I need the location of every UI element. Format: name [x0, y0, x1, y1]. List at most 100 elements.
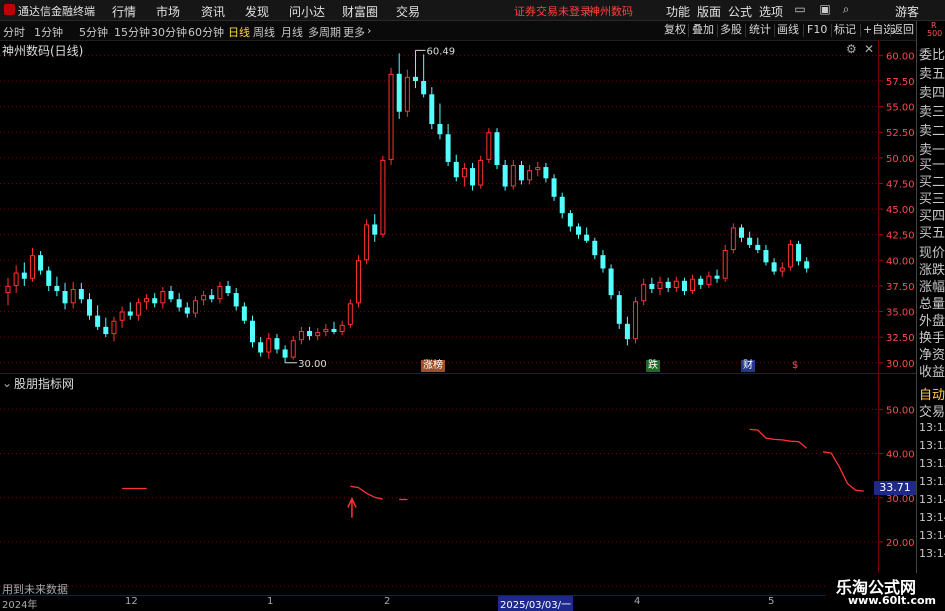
- statistics-button[interactable]: 统计: [749, 23, 771, 37]
- menu-options[interactable]: 选项: [759, 3, 783, 20]
- candle-body: [706, 275, 712, 285]
- candle-body: [355, 260, 361, 304]
- trade-tab[interactable]: 交易: [919, 401, 945, 420]
- candle-body: [201, 295, 207, 301]
- tick-time: 13:13: [919, 421, 945, 434]
- menu-discover[interactable]: 发现: [245, 3, 269, 20]
- candle-body: [429, 94, 435, 125]
- time-axis: 2024年 12 1 2 2025/03/03/一 4 5: [0, 595, 916, 611]
- quote-panel: R 500 委比 卖五 卖四 卖三 卖二 卖一 买一 买二 买三 买四 买五 现…: [916, 21, 945, 609]
- candle-body: [160, 291, 166, 304]
- candle-body: [771, 262, 777, 272]
- chart-settings-icon[interactable]: ⚙: [846, 42, 857, 56]
- menu-function[interactable]: 功能: [666, 3, 690, 20]
- candle-body: [535, 167, 541, 171]
- search-icon[interactable]: ⌕: [838, 2, 854, 17]
- trade-login-alert[interactable]: 证券交易未登录: [514, 3, 591, 19]
- axis-tick-label: 40.00: [886, 450, 915, 461]
- event-marker-limit[interactable]: 涨榜: [421, 360, 445, 372]
- candle-body: [274, 338, 280, 350]
- multi-stock-button[interactable]: 多股: [720, 23, 742, 37]
- skin-icon[interactable]: ▭: [792, 2, 808, 17]
- back-button[interactable]: 返回: [892, 23, 914, 37]
- menu-market[interactable]: 市场: [156, 3, 180, 20]
- period-1min[interactable]: 1分钟: [34, 24, 63, 40]
- menu-formula[interactable]: 公式: [728, 3, 752, 20]
- period-5min[interactable]: 5分钟: [79, 24, 108, 40]
- tick-time: 13:14: [919, 493, 945, 506]
- divider: [688, 24, 689, 37]
- adjust-button[interactable]: 复权: [664, 23, 686, 37]
- indicator-title: 股朋指标网: [14, 377, 75, 391]
- period-60min[interactable]: 60分钟: [188, 24, 224, 40]
- period-daily[interactable]: 日线: [228, 24, 250, 40]
- menu-trade[interactable]: 交易: [396, 3, 420, 20]
- period-more[interactable]: 更多: [343, 24, 365, 40]
- candle-body: [633, 301, 639, 340]
- period-30min[interactable]: 30分钟: [151, 24, 187, 40]
- candle-body: [217, 285, 223, 300]
- candle-body: [518, 165, 524, 181]
- candle-body: [755, 244, 761, 251]
- event-marker-finance[interactable]: 财: [741, 360, 755, 372]
- tick-time: 13:14: [919, 511, 945, 524]
- draw-line-button[interactable]: 画线: [777, 23, 799, 37]
- event-marker-dollar[interactable]: $: [790, 360, 800, 372]
- candle-body: [747, 237, 753, 245]
- candle-body: [315, 332, 321, 337]
- menu-wealth-circle[interactable]: 财富圈: [342, 3, 378, 20]
- candle-body: [323, 328, 329, 333]
- mark-button[interactable]: 标记: [834, 23, 856, 37]
- candle-body: [144, 298, 150, 303]
- window-mode-icon[interactable]: ▣: [817, 2, 833, 17]
- label-earnings: 收益: [919, 365, 945, 380]
- axis-tick-label: 45.00: [886, 205, 915, 216]
- guest-login[interactable]: 游客: [895, 3, 919, 20]
- candle-body: [364, 224, 370, 261]
- period-monthly[interactable]: 月线: [281, 24, 303, 40]
- candlestick-chart[interactable]: 60.49 30.00: [0, 40, 878, 373]
- period-weekly[interactable]: 周线: [253, 24, 275, 40]
- candle-body: [714, 275, 720, 279]
- divider: [803, 24, 804, 37]
- candle-body: [567, 213, 573, 227]
- indicator-line: [749, 428, 808, 449]
- main-chart-title: 神州数码(日线): [2, 44, 84, 58]
- candle-body: [241, 306, 247, 321]
- candle-body: [461, 168, 467, 178]
- candle-body: [21, 272, 27, 279]
- more-chevron-icon[interactable]: ›: [367, 24, 371, 37]
- menu-layout[interactable]: 版面: [697, 3, 721, 20]
- close-icon[interactable]: ✕: [864, 42, 874, 56]
- menu-quotes[interactable]: 行情: [112, 3, 136, 20]
- period-timeshare[interactable]: 分时: [3, 24, 25, 40]
- divider: [745, 24, 746, 37]
- tick-time: 13:14: [919, 547, 945, 560]
- indicator-chart[interactable]: [0, 373, 878, 595]
- app-logo-icon: [4, 4, 15, 15]
- candle-body: [445, 134, 451, 162]
- candle-body: [608, 268, 614, 296]
- candle-body: [290, 340, 296, 358]
- candle-body: [192, 300, 198, 314]
- overlay-button[interactable]: 叠加: [692, 23, 714, 37]
- candle-body: [209, 295, 215, 300]
- period-toolbar: 分时 1分钟 5分钟 15分钟 30分钟 60分钟 日线 周线 月线 多周期 更…: [0, 21, 945, 41]
- tick-time: 13:13: [919, 475, 945, 488]
- axis-tick-label: 35.00: [886, 308, 915, 319]
- f10-button[interactable]: F10: [807, 23, 827, 37]
- indicator-line: [350, 485, 384, 500]
- candle-body: [486, 132, 492, 160]
- time-label: 4: [634, 596, 641, 607]
- event-marker-down[interactable]: 跌: [646, 360, 660, 372]
- period-15min[interactable]: 15分钟: [114, 24, 150, 40]
- menu-news[interactable]: 资讯: [201, 3, 225, 20]
- panel-tag-sub: 500: [927, 29, 943, 38]
- period-multi[interactable]: 多周期: [308, 24, 341, 40]
- candle-body: [690, 278, 696, 292]
- time-label: 2: [384, 596, 391, 607]
- indicator-collapse-icon[interactable]: ⌄: [2, 376, 12, 390]
- candle-body: [184, 307, 190, 314]
- menu-ask-xiaoda[interactable]: 问小达: [289, 3, 325, 20]
- candle-body: [421, 80, 427, 95]
